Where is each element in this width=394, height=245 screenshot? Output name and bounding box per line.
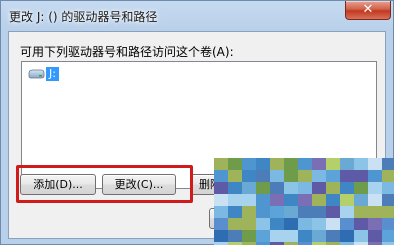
drive-icon — [27, 67, 45, 81]
close-button[interactable]: ✕ — [345, 1, 391, 20]
change-drive-letter-dialog: 更改 J: () 的驱动器号和路径 ✕ 可用下列驱动器号和路径访问这个卷(A): — [0, 0, 394, 245]
pixelated-watermark — [214, 158, 394, 245]
highlight-annotation-box — [16, 165, 193, 203]
window-title: 更改 J: () 的驱动器号和路径 — [9, 10, 158, 24]
title-bar[interactable]: 更改 J: () 的驱动器号和路径 ✕ — [1, 1, 393, 31]
list-item-label: J: — [46, 67, 59, 81]
list-item[interactable]: J: — [27, 66, 59, 82]
list-prompt-label: 可用下列驱动器号和路径访问这个卷(A): — [20, 45, 234, 59]
